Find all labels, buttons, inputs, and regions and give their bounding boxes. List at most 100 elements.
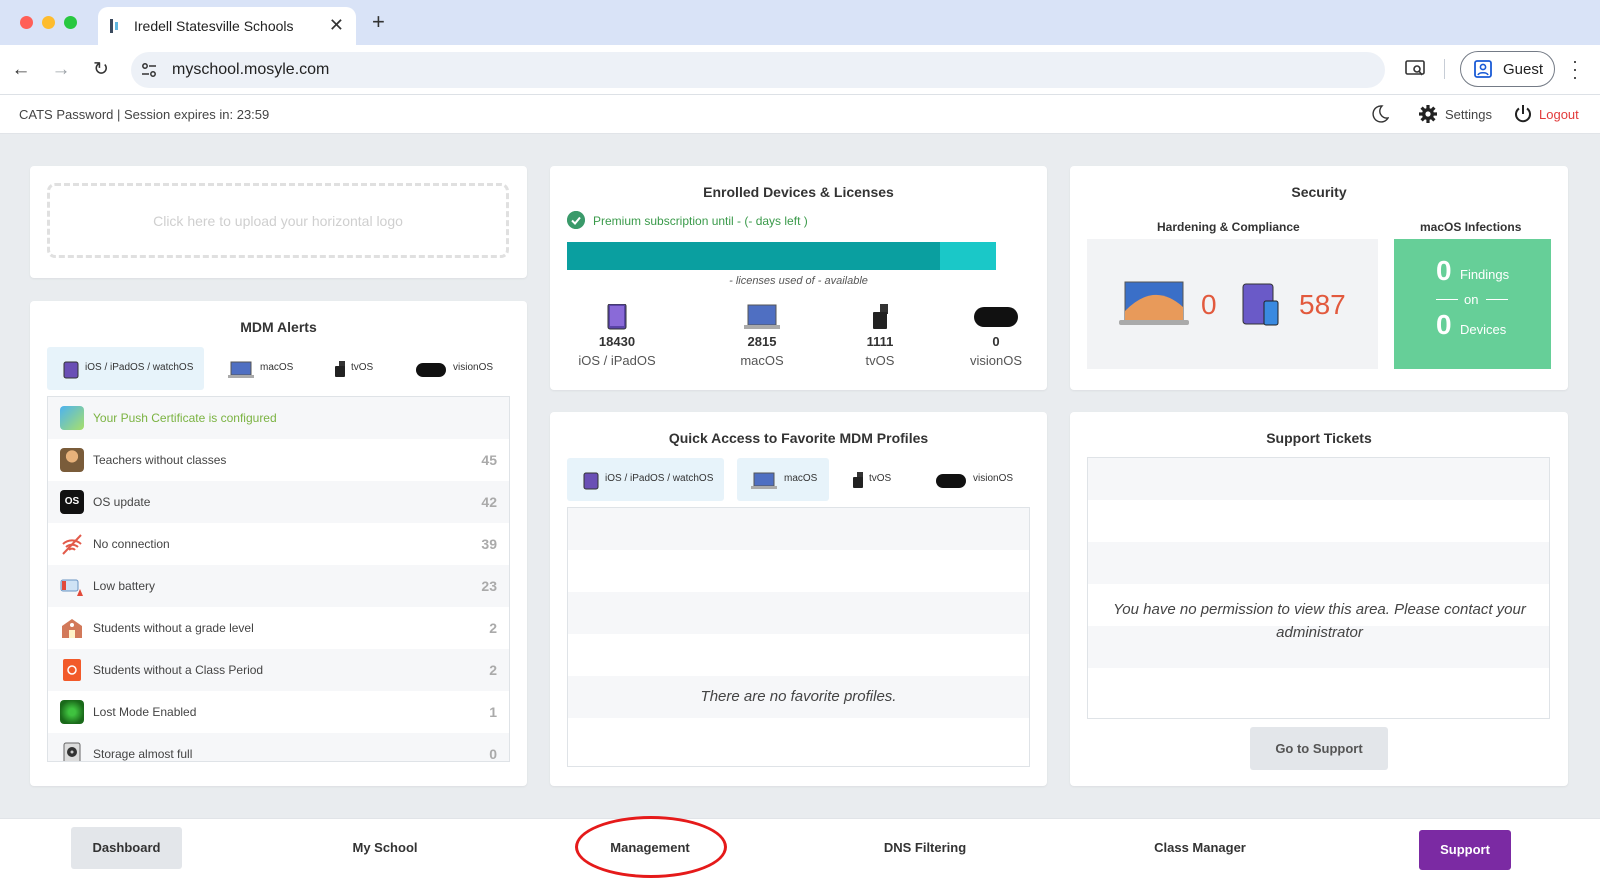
license-usage-bar	[567, 242, 996, 270]
annotation-circle	[575, 816, 727, 878]
hardening-compliance-panel[interactable]: 0 587	[1087, 239, 1378, 369]
list-row	[1088, 458, 1549, 500]
tab-close-icon[interactable]: ✕	[329, 15, 344, 36]
devices-label: Devices	[1460, 322, 1507, 337]
device-count-visionos[interactable]: 0 visionOS	[941, 304, 1051, 368]
quick-access-card: Quick Access to Favorite MDM Profiles iO…	[550, 412, 1047, 786]
dark-mode-moon-icon[interactable]	[1371, 105, 1389, 123]
storage-icon	[63, 742, 81, 761]
maximize-window-button[interactable]	[64, 16, 77, 29]
device-count-macos[interactable]: 2815 macOS	[707, 304, 817, 368]
low-battery-icon	[60, 579, 83, 596]
support-button[interactable]: Support	[1419, 830, 1511, 870]
macos-infections-panel[interactable]: 0 Findings on 0 Devices	[1394, 239, 1551, 369]
license-usage-fill	[567, 242, 941, 270]
logo-upload-text: Click here to upload your horizontal log…	[153, 213, 403, 229]
reload-icon[interactable]: ↻	[88, 57, 114, 83]
profile-label: Guest	[1503, 61, 1544, 78]
alert-row-push-certificate[interactable]: Your Push Certificate is configured	[48, 397, 509, 439]
logo-card: Click here to upload your horizontal log…	[30, 166, 527, 278]
tab-title: Iredell Statesville Schools	[134, 18, 294, 34]
alert-row-grade-level[interactable]: Students without a grade level 2	[48, 607, 509, 649]
session-info: CATS Password | Session expires in: 23:5…	[19, 107, 270, 122]
os-update-icon: OS	[60, 490, 84, 514]
alert-row-lost-mode[interactable]: Lost Mode Enabled 1	[48, 691, 509, 733]
back-arrow-icon[interactable]: ←	[8, 57, 34, 83]
push-certificate-icon	[60, 406, 84, 430]
alert-row-os-update[interactable]: OS OS update 42	[48, 481, 509, 523]
mdm-alerts-title: MDM Alerts	[240, 319, 317, 335]
alert-row-class-period[interactable]: Students without a Class Period 2	[48, 649, 509, 691]
tab-tvos[interactable]: tvOS	[845, 458, 905, 501]
alert-row-low-battery[interactable]: Low battery 23	[48, 565, 509, 607]
vision-pro-icon	[936, 474, 966, 488]
school-icon	[62, 619, 82, 638]
macbook-icon	[1119, 281, 1189, 325]
tab-visionos[interactable]: visionOS	[407, 347, 510, 390]
ios-hardening-count: 587	[1299, 289, 1346, 320]
macbook-icon	[744, 304, 780, 329]
tab-macos[interactable]: macOS	[737, 458, 829, 501]
alert-row-no-connection[interactable]: No connection 39	[48, 523, 509, 565]
toolbar-divider	[1444, 59, 1445, 79]
browser-menu-icon[interactable]: · · ·	[1572, 52, 1578, 86]
no-favorites-text: There are no favorite profiles.	[700, 688, 897, 705]
device-count-ios[interactable]: 18430 iOS / iPadOS	[562, 303, 672, 368]
ipad-icon	[607, 303, 627, 330]
browser-toolbar: ← → ↻ myschool.mosyle.com Guest · · ·	[0, 45, 1600, 95]
check-circle-icon	[567, 211, 585, 229]
enrolled-title: Enrolled Devices & Licenses	[703, 184, 894, 200]
mac-hardening-count: 0	[1201, 289, 1217, 320]
settings-link[interactable]: Settings	[1445, 107, 1492, 122]
infections-title: macOS Infections	[1420, 220, 1522, 234]
go-to-support-button[interactable]: Go to Support	[1250, 727, 1388, 770]
browser-tab-bar: Iredell Statesville Schools ✕ +	[0, 0, 1600, 45]
quick-access-title: Quick Access to Favorite MDM Profiles	[668, 430, 929, 446]
forward-arrow-icon[interactable]: →	[48, 57, 74, 83]
minimize-window-button[interactable]	[42, 16, 55, 29]
class-period-icon	[63, 659, 81, 681]
security-card: Security Hardening & Compliance macOS In…	[1070, 166, 1568, 390]
security-title: Security	[1291, 184, 1347, 200]
profile-button[interactable]: Guest	[1460, 51, 1555, 87]
power-icon[interactable]	[1513, 104, 1533, 124]
support-tickets-card: Support Tickets You have no permission t…	[1070, 412, 1568, 786]
mosyle-favicon-icon	[110, 19, 124, 33]
nav-my-school[interactable]: My School	[330, 827, 440, 869]
device-count-tvos[interactable]: 1111 tvOS	[825, 304, 935, 368]
lens-search-icon[interactable]	[1405, 60, 1425, 78]
tab-macos[interactable]: macOS	[222, 347, 297, 390]
mdm-alerts-card: MDM Alerts iOS / iPadOS / watchOS macOS …	[30, 301, 527, 786]
ipad-iphone-icon	[1242, 283, 1279, 326]
tab-ios[interactable]: iOS / iPadOS / watchOS	[567, 458, 724, 501]
bottom-navigation: Dashboard My School Management DNS Filte…	[0, 818, 1600, 880]
list-row	[1088, 542, 1549, 584]
alert-row-storage[interactable]: Storage almost full 0	[48, 733, 509, 761]
no-permission-message: You have no permission to view this area…	[1113, 601, 1526, 641]
tab-ios[interactable]: iOS / iPadOS / watchOS	[47, 347, 204, 390]
findings-count: 0	[1436, 255, 1452, 286]
license-usage-text: - licenses used of - available	[729, 275, 868, 287]
url-text: myschool.mosyle.com	[172, 61, 330, 78]
address-bar[interactable]: myschool.mosyle.com	[131, 52, 1385, 88]
alert-row-teachers[interactable]: Teachers without classes 45	[48, 439, 509, 481]
tab-visionos[interactable]: visionOS	[927, 458, 1030, 501]
macbook-icon	[751, 472, 777, 489]
logo-upload-area[interactable]: Click here to upload your horizontal log…	[47, 183, 509, 258]
nav-dashboard[interactable]: Dashboard	[71, 827, 182, 869]
vision-pro-icon	[974, 307, 1018, 327]
vision-pro-icon	[416, 363, 446, 377]
close-window-button[interactable]	[20, 16, 33, 29]
site-settings-icon[interactable]	[141, 62, 157, 78]
nav-class-manager[interactable]: Class Manager	[1135, 827, 1265, 869]
teacher-icon	[60, 448, 84, 472]
ipad-icon	[583, 472, 599, 490]
logout-link[interactable]: Logout	[1539, 107, 1579, 122]
apple-tv-icon	[335, 361, 345, 377]
new-tab-button[interactable]: +	[372, 9, 385, 35]
on-label: on	[1464, 292, 1479, 307]
browser-tab[interactable]: Iredell Statesville Schools ✕	[98, 7, 356, 45]
tab-tvos[interactable]: tvOS	[327, 347, 387, 390]
gear-icon[interactable]	[1418, 104, 1438, 124]
nav-dns-filtering[interactable]: DNS Filtering	[860, 827, 990, 869]
